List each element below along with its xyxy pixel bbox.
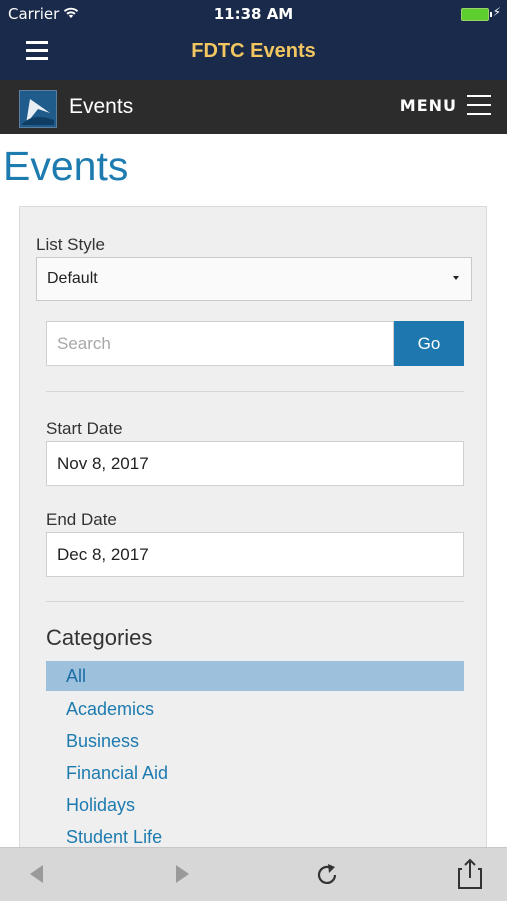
back-arrow-icon[interactable]	[30, 865, 43, 883]
category-financial-aid[interactable]: Financial Aid	[46, 757, 464, 789]
site-title: Events	[69, 95, 134, 118]
list-style-select[interactable]: Default	[36, 257, 472, 301]
app-title: FDTC Events	[191, 40, 316, 62]
share-icon[interactable]	[456, 858, 484, 890]
category-business[interactable]: Business	[46, 725, 464, 757]
search-input[interactable]	[46, 321, 394, 366]
categories-list: All Academics Business Financial Aid Hol…	[46, 661, 464, 853]
status-bar: Carrier 11:38 AM ⚡	[0, 0, 507, 28]
start-date-label: Start Date	[46, 419, 123, 438]
reload-icon[interactable]	[313, 861, 341, 889]
end-date-field[interactable]	[46, 532, 464, 577]
forward-arrow-icon[interactable]	[176, 865, 189, 883]
app-header: Carrier 11:38 AM ⚡ FDTC Events	[0, 0, 507, 80]
fdtc-logo[interactable]	[19, 90, 57, 128]
site-menu-button[interactable]: MENU	[400, 95, 491, 115]
start-date-field[interactable]	[46, 441, 464, 486]
category-holidays[interactable]: Holidays	[46, 789, 464, 821]
battery-icon	[461, 8, 492, 21]
end-date-label: End Date	[46, 510, 117, 529]
category-all[interactable]: All	[46, 661, 464, 691]
page-title: Events	[3, 143, 129, 189]
categories-title: Categories	[46, 625, 153, 650]
list-style-value: Default	[47, 270, 98, 287]
chevron-down-icon	[453, 276, 459, 280]
divider	[46, 601, 464, 602]
category-academics[interactable]: Academics	[46, 693, 464, 725]
status-time: 11:38 AM	[213, 5, 294, 23]
browser-toolbar	[0, 847, 507, 901]
menu-label: MENU	[399, 95, 457, 115]
divider	[46, 391, 464, 392]
go-button[interactable]: Go	[394, 321, 464, 366]
charging-icon: ⚡	[492, 5, 501, 19]
list-style-label: List Style	[36, 235, 105, 254]
hamburger-icon	[467, 95, 491, 115]
filters-panel: List Style Default Go Start Date End Dat…	[19, 206, 487, 866]
site-header: Events MENU	[0, 80, 507, 134]
